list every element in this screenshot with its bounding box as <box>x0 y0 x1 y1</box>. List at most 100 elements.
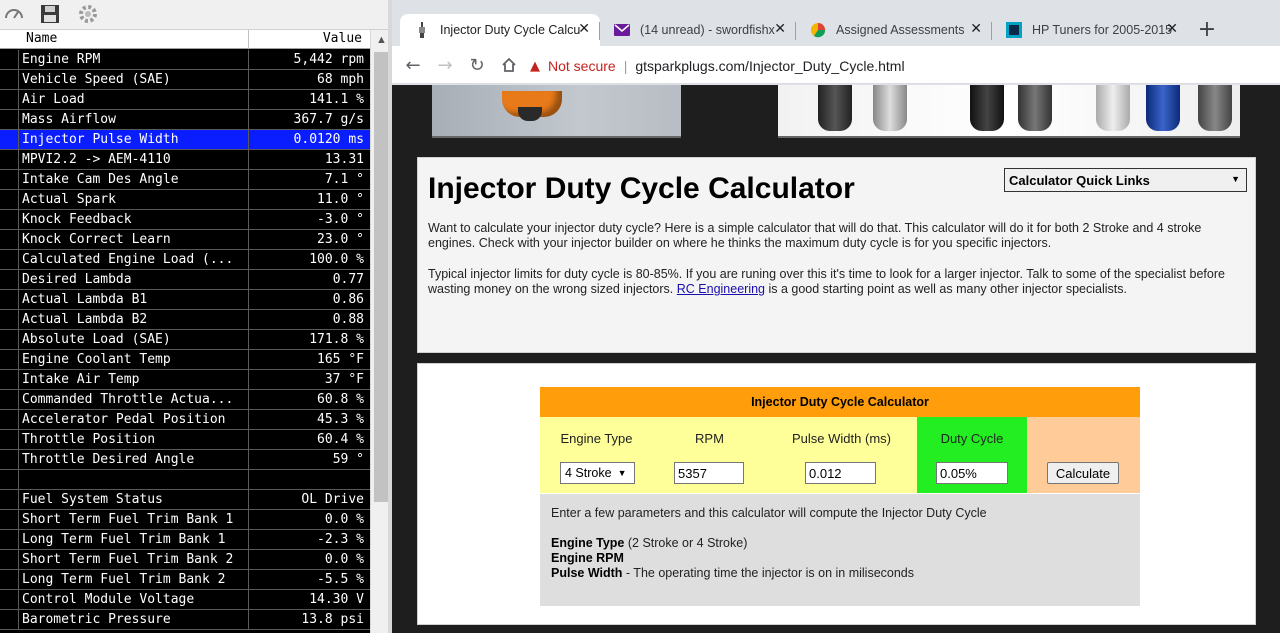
save-icon[interactable] <box>38 2 62 26</box>
parameter-row[interactable]: Knock Feedback -3.0 ° <box>0 210 370 230</box>
parameter-value: 100.0 % <box>309 252 364 267</box>
back-arrow-icon[interactable]: ← <box>400 52 426 78</box>
parameter-row[interactable]: Calculated Engine Load (... 100.0 % <box>0 250 370 270</box>
tab-hp-tuners[interactable]: HP Tuners for 2005-2015 ✕ <box>992 14 1188 46</box>
parameter-row[interactable]: Short Term Fuel Trim Bank 1 0.0 % <box>0 510 370 530</box>
parameter-row[interactable]: Intake Cam Des Angle 7.1 ° <box>0 170 370 190</box>
parameter-value: 0.0 % <box>324 512 364 527</box>
calculate-button[interactable]: Calculate <box>1047 462 1119 484</box>
spark-plug-icon <box>414 22 430 38</box>
parameter-row[interactable] <box>0 470 370 490</box>
warning-icon[interactable]: ▲ <box>530 59 540 74</box>
parameter-row[interactable]: Actual Lambda B2 0.88 <box>0 310 370 330</box>
help-pulse-width-desc: - The operating time the injector is on … <box>622 566 914 580</box>
tab-assigned-assessments[interactable]: Assigned Assessments ✕ <box>796 14 992 46</box>
quick-links-label: Calculator Quick Links <box>1009 172 1150 188</box>
parameter-row[interactable]: Control Module Voltage 14.30 V <box>0 590 370 610</box>
parameter-row[interactable]: Air Load 141.1 % <box>0 90 370 110</box>
parameter-row[interactable]: Actual Spark 11.0 ° <box>0 190 370 210</box>
parameter-row[interactable]: Mass Airflow 367.7 g/s <box>0 110 370 130</box>
close-tab-icon[interactable]: ✕ <box>578 21 590 37</box>
parameter-grid[interactable]: Name Value Engine RPM 5,442 rpm Vehicle Sp… <box>0 30 370 633</box>
parameter-row[interactable]: Barometric Pressure 13.8 psi <box>0 610 370 630</box>
parameter-row[interactable]: Knock Correct Learn 23.0 ° <box>0 230 370 250</box>
parameter-row[interactable]: Engine Coolant Temp 165 °F <box>0 350 370 370</box>
parameter-name: Accelerator Pedal Position <box>22 412 226 427</box>
parameter-row[interactable]: Long Term Fuel Trim Bank 2 -5.5 % <box>0 570 370 590</box>
parameter-value: 165 °F <box>317 352 364 367</box>
engine-type-select[interactable]: 4 Stroke ▼ <box>560 462 635 484</box>
parameter-name: Intake Air Temp <box>22 372 140 387</box>
calculator-title: Injector Duty Cycle Calculator <box>540 387 1140 417</box>
parameter-value: 60.4 % <box>317 432 364 447</box>
parameter-name: MPVI2.2 -> AEM-4110 <box>22 152 171 167</box>
limits-text-after: is a good starting point as well as many… <box>765 282 1127 296</box>
parameter-row[interactable]: Vehicle Speed (SAE) 68 mph <box>0 70 370 90</box>
parameter-row[interactable]: Short Term Fuel Trim Bank 2 0.0 % <box>0 550 370 570</box>
scroll-thumb[interactable] <box>374 52 389 502</box>
parameter-name: Intake Cam Des Angle <box>22 172 179 187</box>
parameter-value: 59 ° <box>332 452 364 467</box>
parameter-value: 14.30 V <box>309 592 364 607</box>
rpm-cell: RPM 5357 <box>653 417 766 493</box>
gauge-icon[interactable] <box>2 2 26 26</box>
parameter-row[interactable]: Fuel System Status OL Drive <box>0 490 370 510</box>
duty-cycle-cell: Duty Cycle 0.05% <box>917 417 1027 493</box>
parameter-row[interactable]: MPVI2.2 -> AEM-4110 13.31 <box>0 150 370 170</box>
close-tab-icon[interactable]: ✕ <box>774 21 786 37</box>
security-label[interactable]: Not secure <box>548 58 616 74</box>
parameter-value: 37 °F <box>324 372 364 387</box>
close-tab-icon[interactable]: ✕ <box>1166 21 1178 37</box>
parameter-row[interactable]: Commanded Throttle Actua... 60.8 % <box>0 390 370 410</box>
home-icon[interactable] <box>496 52 522 78</box>
parameter-value: 5,442 rpm <box>293 52 364 67</box>
logger-toolbar <box>0 0 392 30</box>
parameter-row[interactable]: Absolute Load (SAE) 171.8 % <box>0 330 370 350</box>
address-bar[interactable]: ▲ Not secure | gtsparkplugs.com/Injector… <box>530 52 1272 80</box>
rc-engineering-link[interactable]: RC Engineering <box>677 282 765 296</box>
parameter-name: Mass Airflow <box>22 112 116 127</box>
parameter-name: Fuel System Status <box>22 492 163 507</box>
parameter-row[interactable]: Long Term Fuel Trim Bank 1 -2.3 % <box>0 530 370 550</box>
parameter-row[interactable]: Actual Lambda B1 0.86 <box>0 290 370 310</box>
parameter-row[interactable]: Throttle Position 60.4 % <box>0 430 370 450</box>
reload-icon[interactable]: ↻ <box>464 52 490 78</box>
engine-type-label: Engine Type <box>560 431 633 446</box>
parameter-row[interactable]: Accelerator Pedal Position 45.3 % <box>0 410 370 430</box>
gear-icon[interactable] <box>76 2 100 26</box>
rpm-input[interactable]: 5357 <box>674 462 744 484</box>
parameter-row[interactable]: Intake Air Temp 37 °F <box>0 370 370 390</box>
browser-window: Injector Duty Cycle Calcu ✕ (14 unread) … <box>392 0 1280 633</box>
column-header-value[interactable]: Value <box>323 31 362 46</box>
parameter-row[interactable]: Injector Pulse Width 0.0120 ms <box>0 130 370 150</box>
parameter-name: Air Load <box>22 92 85 107</box>
help-pulse-width-term: Pulse Width <box>551 566 623 580</box>
duty-cycle-output[interactable]: 0.05% <box>936 462 1008 484</box>
duty-cycle-label: Duty Cycle <box>940 431 1004 446</box>
parameter-value: OL Drive <box>301 492 364 507</box>
parameter-name: Knock Feedback <box>22 212 132 227</box>
url-text[interactable]: gtsparkplugs.com/Injector_Duty_Cycle.htm… <box>635 58 904 74</box>
calculate-cell: Calculate <box>1027 417 1140 493</box>
pulse-width-input[interactable]: 0.012 <box>805 462 876 484</box>
intro-paragraph: Want to calculate your injector duty cyc… <box>428 221 1202 250</box>
parameter-name: Actual Spark <box>22 192 116 207</box>
parameter-value: 0.77 <box>332 272 364 287</box>
close-tab-icon[interactable]: ✕ <box>970 21 982 37</box>
parameter-value: 60.8 % <box>317 392 364 407</box>
calculator-quick-links-select[interactable]: Calculator Quick Links ▼ <box>1004 168 1247 192</box>
new-tab-button[interactable]: + <box>1194 16 1220 42</box>
parameter-row[interactable]: Throttle Desired Angle 59 ° <box>0 450 370 470</box>
parameter-row[interactable]: Desired Lambda 0.77 <box>0 270 370 290</box>
parameter-name: Actual Lambda B2 <box>22 312 148 327</box>
parameter-name: Commanded Throttle Actua... <box>22 392 234 407</box>
tab-mail[interactable]: (14 unread) - swordfishx ✕ <box>600 14 796 46</box>
parameter-name: Short Term Fuel Trim Bank 2 <box>22 552 234 567</box>
column-header-name[interactable]: Name <box>26 31 57 46</box>
parameter-row[interactable]: Engine RPM 5,442 rpm <box>0 50 370 70</box>
parameter-value: 141.1 % <box>309 92 364 107</box>
parameter-name: Injector Pulse Width <box>22 132 179 147</box>
forward-arrow-icon[interactable]: → <box>432 52 458 78</box>
tab-injector-duty-cycle[interactable]: Injector Duty Cycle Calcu ✕ <box>400 14 600 46</box>
injector-photo-left <box>432 85 681 138</box>
